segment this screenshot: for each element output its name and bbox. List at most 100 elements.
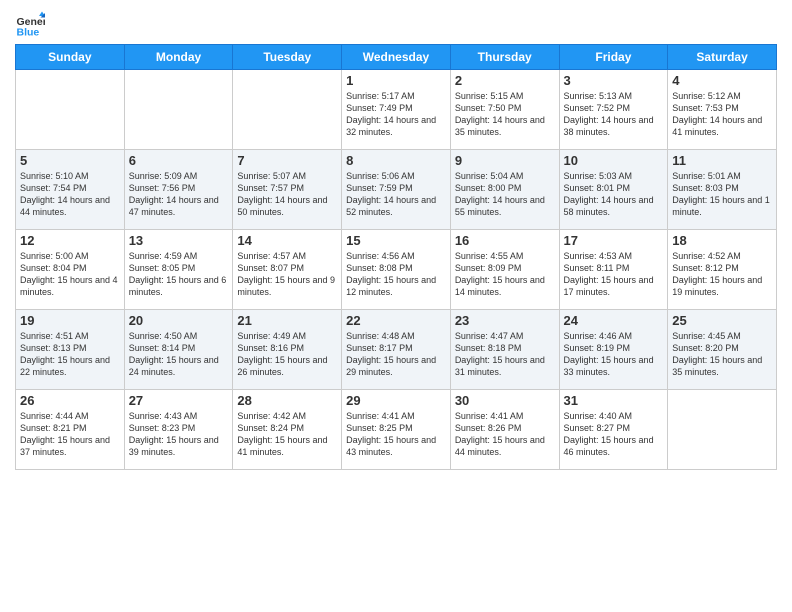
date-number: 27 [129,393,229,408]
date-number: 9 [455,153,555,168]
cell-info: Sunrise: 5:07 AMSunset: 7:57 PMDaylight:… [237,170,337,219]
cell-info: Sunrise: 5:09 AMSunset: 7:56 PMDaylight:… [129,170,229,219]
calendar-cell [668,390,777,470]
date-number: 15 [346,233,446,248]
calendar-cell: 27 Sunrise: 4:43 AMSunset: 8:23 PMDayligh… [124,390,233,470]
cell-info: Sunrise: 5:13 AMSunset: 7:52 PMDaylight:… [564,90,664,139]
cell-info: Sunrise: 4:47 AMSunset: 8:18 PMDaylight:… [455,330,555,379]
date-number: 18 [672,233,772,248]
calendar-cell: 6Sunrise: 5:09 AMSunset: 7:56 PMDaylight… [124,150,233,230]
calendar-cell: 2 Sunrise: 5:15 AMSunset: 7:50 PMDaylight… [450,70,559,150]
date-number: 16 [455,233,555,248]
cell-info: Sunrise: 4:41 AMSunset: 8:26 PMDaylight:… [455,410,555,459]
header: General Blue [15,10,777,40]
calendar-cell: 5 Sunrise: 5:10 AMSunset: 7:54 PMDaylight… [16,150,125,230]
page-container: General Blue SundayMondayTuesdayWednesda… [0,0,792,480]
date-number: 20 [129,313,229,328]
day-header-wednesday: Wednesday [342,45,451,70]
calendar-cell: 31 Sunrise: 4:40 AMSunset: 8:27 PMDayligh… [559,390,668,470]
date-number: 1 [346,73,446,88]
calendar-cell: 8 Sunrise: 5:06 AMSunset: 7:59 PMDaylight… [342,150,451,230]
cell-info: Sunrise: 4:50 AMSunset: 8:14 PMDaylight:… [129,330,229,379]
cell-info: Sunrise: 4:52 AMSunset: 8:12 PMDaylight:… [672,250,772,299]
calendar-cell: 1 Sunrise: 5:17 AMSunset: 7:49 PMDaylight… [342,70,451,150]
calendar-cell: 15 Sunrise: 4:56 AMSunset: 8:08 PMDayligh… [342,230,451,310]
cell-info: Sunrise: 4:56 AMSunset: 8:08 PMDaylight:… [346,250,446,299]
day-header-thursday: Thursday [450,45,559,70]
date-number: 23 [455,313,555,328]
cell-info: Sunrise: 4:41 AMSunset: 8:25 PMDaylight:… [346,410,446,459]
cell-info: Sunrise: 5:15 AMSunset: 7:50 PMDaylight:… [455,90,555,139]
cell-info: Sunrise: 5:01 AMSunset: 8:03 PMDaylight:… [672,170,772,219]
cell-info: Sunrise: 4:49 AMSunset: 8:16 PMDaylight:… [237,330,337,379]
logo: General Blue [15,10,49,40]
date-number: 26 [20,393,120,408]
day-header-monday: Monday [124,45,233,70]
calendar-cell: 9 Sunrise: 5:04 AMSunset: 8:00 PMDaylight… [450,150,559,230]
day-header-friday: Friday [559,45,668,70]
cell-info: Sunrise: 4:48 AMSunset: 8:17 PMDaylight:… [346,330,446,379]
cell-info: Sunrise: 4:44 AMSunset: 8:21 PMDaylight:… [20,410,120,459]
date-number: 10 [564,153,664,168]
cell-info: Sunrise: 4:59 AMSunset: 8:05 PMDaylight:… [129,250,229,299]
date-number: 29 [346,393,446,408]
cell-info: Sunrise: 5:06 AMSunset: 7:59 PMDaylight:… [346,170,446,219]
cell-info: Sunrise: 4:45 AMSunset: 8:20 PMDaylight:… [672,330,772,379]
day-header-saturday: Saturday [668,45,777,70]
svg-text:Blue: Blue [17,27,40,39]
date-number: 11 [672,153,772,168]
calendar-cell: 26 Sunrise: 4:44 AMSunset: 8:21 PMDayligh… [16,390,125,470]
date-number: 19 [20,313,120,328]
calendar-cell: 25 Sunrise: 4:45 AMSunset: 8:20 PMDayligh… [668,310,777,390]
date-number: 13 [129,233,229,248]
date-number: 7 [237,153,337,168]
day-header-sunday: Sunday [16,45,125,70]
cell-info: Sunrise: 4:51 AMSunset: 8:13 PMDaylight:… [20,330,120,379]
calendar-cell: 13 Sunrise: 4:59 AMSunset: 8:05 PMDayligh… [124,230,233,310]
cell-info: Sunrise: 4:53 AMSunset: 8:11 PMDaylight:… [564,250,664,299]
calendar-cell: 23 Sunrise: 4:47 AMSunset: 8:18 PMDayligh… [450,310,559,390]
date-number: 22 [346,313,446,328]
calendar-cell: 17Sunrise: 4:53 AMSunset: 8:11 PMDayligh… [559,230,668,310]
date-number: 8 [346,153,446,168]
cell-info: Sunrise: 4:43 AMSunset: 8:23 PMDaylight:… [129,410,229,459]
calendar-cell: 22 Sunrise: 4:48 AMSunset: 8:17 PMDayligh… [342,310,451,390]
calendar-cell: 7 Sunrise: 5:07 AMSunset: 7:57 PMDaylight… [233,150,342,230]
cell-info: Sunrise: 5:04 AMSunset: 8:00 PMDaylight:… [455,170,555,219]
logo-icon: General Blue [15,10,45,40]
date-number: 5 [20,153,120,168]
cell-info: Sunrise: 5:12 AMSunset: 7:53 PMDaylight:… [672,90,772,139]
date-number: 14 [237,233,337,248]
date-number: 3 [564,73,664,88]
date-number: 21 [237,313,337,328]
date-number: 25 [672,313,772,328]
date-number: 2 [455,73,555,88]
cell-info: Sunrise: 5:03 AMSunset: 8:01 PMDaylight:… [564,170,664,219]
date-number: 24 [564,313,664,328]
date-number: 31 [564,393,664,408]
cell-info: Sunrise: 4:40 AMSunset: 8:27 PMDaylight:… [564,410,664,459]
date-number: 30 [455,393,555,408]
calendar-cell: 16 Sunrise: 4:55 AMSunset: 8:09 PMDayligh… [450,230,559,310]
calendar-cell: 30 Sunrise: 4:41 AMSunset: 8:26 PMDayligh… [450,390,559,470]
calendar-cell [124,70,233,150]
cell-info: Sunrise: 4:55 AMSunset: 8:09 PMDaylight:… [455,250,555,299]
cell-info: Sunrise: 4:46 AMSunset: 8:19 PMDaylight:… [564,330,664,379]
cell-info: Sunrise: 4:42 AMSunset: 8:24 PMDaylight:… [237,410,337,459]
calendar-cell: 29 Sunrise: 4:41 AMSunset: 8:25 PMDayligh… [342,390,451,470]
calendar-cell: 14 Sunrise: 4:57 AMSunset: 8:07 PMDayligh… [233,230,342,310]
cell-info: Sunrise: 5:00 AMSunset: 8:04 PMDaylight:… [20,250,120,299]
cell-info: Sunrise: 5:17 AMSunset: 7:49 PMDaylight:… [346,90,446,139]
cell-info: Sunrise: 4:57 AMSunset: 8:07 PMDaylight:… [237,250,337,299]
cell-info: Sunrise: 5:10 AMSunset: 7:54 PMDaylight:… [20,170,120,219]
calendar-cell: 18 Sunrise: 4:52 AMSunset: 8:12 PMDayligh… [668,230,777,310]
calendar-table: SundayMondayTuesdayWednesdayThursdayFrid… [15,44,777,470]
calendar-cell: 20 Sunrise: 4:50 AMSunset: 8:14 PMDayligh… [124,310,233,390]
calendar-cell: 12Sunrise: 5:00 AMSunset: 8:04 PMDayligh… [16,230,125,310]
calendar-cell [233,70,342,150]
calendar-cell: 24 Sunrise: 4:46 AMSunset: 8:19 PMDayligh… [559,310,668,390]
calendar-cell: 28Sunrise: 4:42 AMSunset: 8:24 PMDayligh… [233,390,342,470]
calendar-cell: 3 Sunrise: 5:13 AMSunset: 7:52 PMDaylight… [559,70,668,150]
calendar-cell: 10 Sunrise: 5:03 AMSunset: 8:01 PMDayligh… [559,150,668,230]
day-header-tuesday: Tuesday [233,45,342,70]
